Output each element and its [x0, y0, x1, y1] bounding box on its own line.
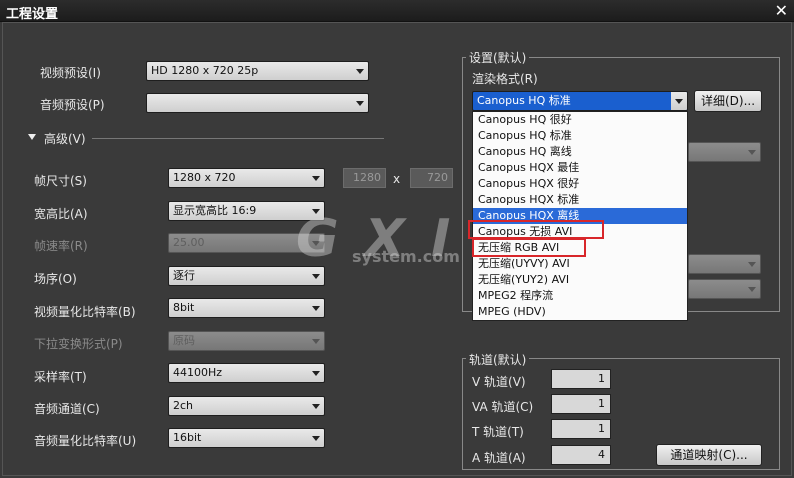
advanced-section-label[interactable]: 高级(V) — [44, 130, 86, 147]
video-preset-select[interactable]: HD 1280 x 720 25p — [146, 61, 369, 81]
video-bits-select[interactable]: 8bit — [168, 298, 325, 318]
chevron-down-icon — [312, 339, 320, 344]
t-track-label: T 轨道(T) — [472, 425, 524, 439]
dropdown-option[interactable]: 无压缩(YUY2) AVI — [473, 272, 687, 288]
audio-bits-label: 音频量化比特率(U) — [34, 434, 137, 448]
close-icon[interactable]: ✕ — [775, 1, 788, 20]
pulldown-select: 原码 — [168, 331, 325, 351]
a-track-input[interactable]: 4 — [551, 445, 611, 465]
dropdown-option[interactable]: Canopus HQ 很好 — [473, 112, 687, 128]
chevron-down-icon — [312, 306, 320, 311]
times-sign: x — [393, 172, 401, 186]
dropdown-option[interactable]: Canopus HQ 离线 — [473, 144, 687, 160]
va-track-input[interactable]: 1 — [551, 394, 611, 414]
frame-rate-value: 25.00 — [173, 236, 205, 249]
field-order-value: 逐行 — [173, 269, 195, 282]
section-divider — [92, 138, 384, 139]
dropdown-option[interactable]: Canopus HQX 最佳 — [473, 160, 687, 176]
expand-triangle-icon[interactable] — [28, 134, 36, 140]
frame-size-select[interactable]: 1280 x 720 — [168, 168, 325, 188]
audio-bits-value: 16bit — [173, 431, 202, 444]
render-format-value: Canopus HQ 标准 — [477, 94, 571, 107]
render-format-select[interactable]: Canopus HQ 标准 — [472, 91, 688, 111]
hidden-select-2 — [688, 254, 761, 274]
frame-rate-label: 帧速率(R) — [34, 239, 88, 253]
audio-preset-select[interactable] — [146, 93, 369, 113]
dropdown-option[interactable]: Canopus HQX 很好 — [473, 176, 687, 192]
detail-button[interactable]: 详细(D)... — [694, 90, 762, 112]
audio-channel-select[interactable]: 2ch — [168, 396, 325, 416]
render-format-dropdown: Canopus HQ 很好 Canopus HQ 标准 Canopus HQ 离… — [472, 111, 688, 321]
pulldown-label: 下拉变换形式(P) — [34, 337, 123, 351]
va-track-label: VA 轨道(C) — [472, 400, 534, 414]
dropdown-option[interactable]: MPEG2 程序流 — [473, 288, 687, 304]
settings-group-title: 设置(默认) — [466, 49, 530, 66]
dropdown-option[interactable]: MPEG (HDV) — [473, 304, 687, 320]
tracks-group-title: 轨道(默认) — [466, 351, 530, 368]
field-order-label: 场序(O) — [34, 272, 77, 286]
a-track-label: A 轨道(A) — [472, 451, 526, 465]
dropdown-option[interactable]: Canopus HQ 标准 — [473, 128, 687, 144]
sample-rate-value: 44100Hz — [173, 366, 223, 379]
video-bits-value: 8bit — [173, 301, 195, 314]
chevron-down-icon — [312, 274, 320, 279]
highlight-box — [468, 220, 604, 239]
chevron-down-icon — [312, 436, 320, 441]
chevron-down-icon — [748, 150, 756, 155]
chevron-down-icon — [748, 262, 756, 267]
v-track-label: V 轨道(V) — [472, 375, 526, 389]
frame-size-label: 帧尺寸(S) — [34, 174, 87, 188]
chevron-down-icon — [312, 371, 320, 376]
audio-channel-value: 2ch — [173, 399, 194, 412]
chevron-down-icon — [675, 99, 683, 104]
v-track-input[interactable]: 1 — [551, 369, 611, 389]
audio-preset-label: 音频预设(P) — [40, 98, 105, 112]
frame-width-input: 1280 — [343, 168, 386, 188]
video-bits-label: 视频量化比特率(B) — [34, 305, 136, 319]
audio-channel-label: 音频通道(C) — [34, 402, 100, 416]
chevron-down-icon — [356, 101, 364, 106]
audio-bits-select[interactable]: 16bit — [168, 428, 325, 448]
dropdown-option[interactable]: 无压缩(UYVY) AVI — [473, 256, 687, 272]
frame-size-value: 1280 x 720 — [173, 171, 236, 184]
chevron-down-icon — [356, 69, 364, 74]
sample-rate-label: 采样率(T) — [34, 370, 87, 384]
video-preset-value: HD 1280 x 720 25p — [151, 64, 259, 77]
chevron-down-icon — [312, 176, 320, 181]
render-format-label: 渲染格式(R) — [472, 72, 538, 86]
hidden-select-1 — [688, 142, 761, 162]
sample-rate-select[interactable]: 44100Hz — [168, 363, 325, 383]
watermark-subtext: system.com — [352, 247, 460, 266]
dropdown-option[interactable]: Canopus HQX 标准 — [473, 192, 687, 208]
channel-map-button[interactable]: 通道映射(C)... — [656, 444, 762, 466]
chevron-down-icon — [748, 287, 756, 292]
t-track-input[interactable]: 1 — [551, 419, 611, 439]
frame-height-input: 720 — [410, 168, 453, 188]
aspect-ratio-label: 宽高比(A) — [34, 207, 88, 221]
aspect-ratio-value: 显示宽高比 16:9 — [173, 204, 257, 217]
window-title: 工程设置 — [6, 7, 59, 22]
hidden-select-3 — [688, 279, 761, 299]
highlight-box — [472, 238, 586, 257]
title-bar: 工程设置 ✕ — [0, 0, 794, 22]
video-preset-label: 视频预设(I) — [40, 66, 101, 80]
pulldown-value: 原码 — [173, 334, 195, 347]
chevron-down-icon — [312, 404, 320, 409]
